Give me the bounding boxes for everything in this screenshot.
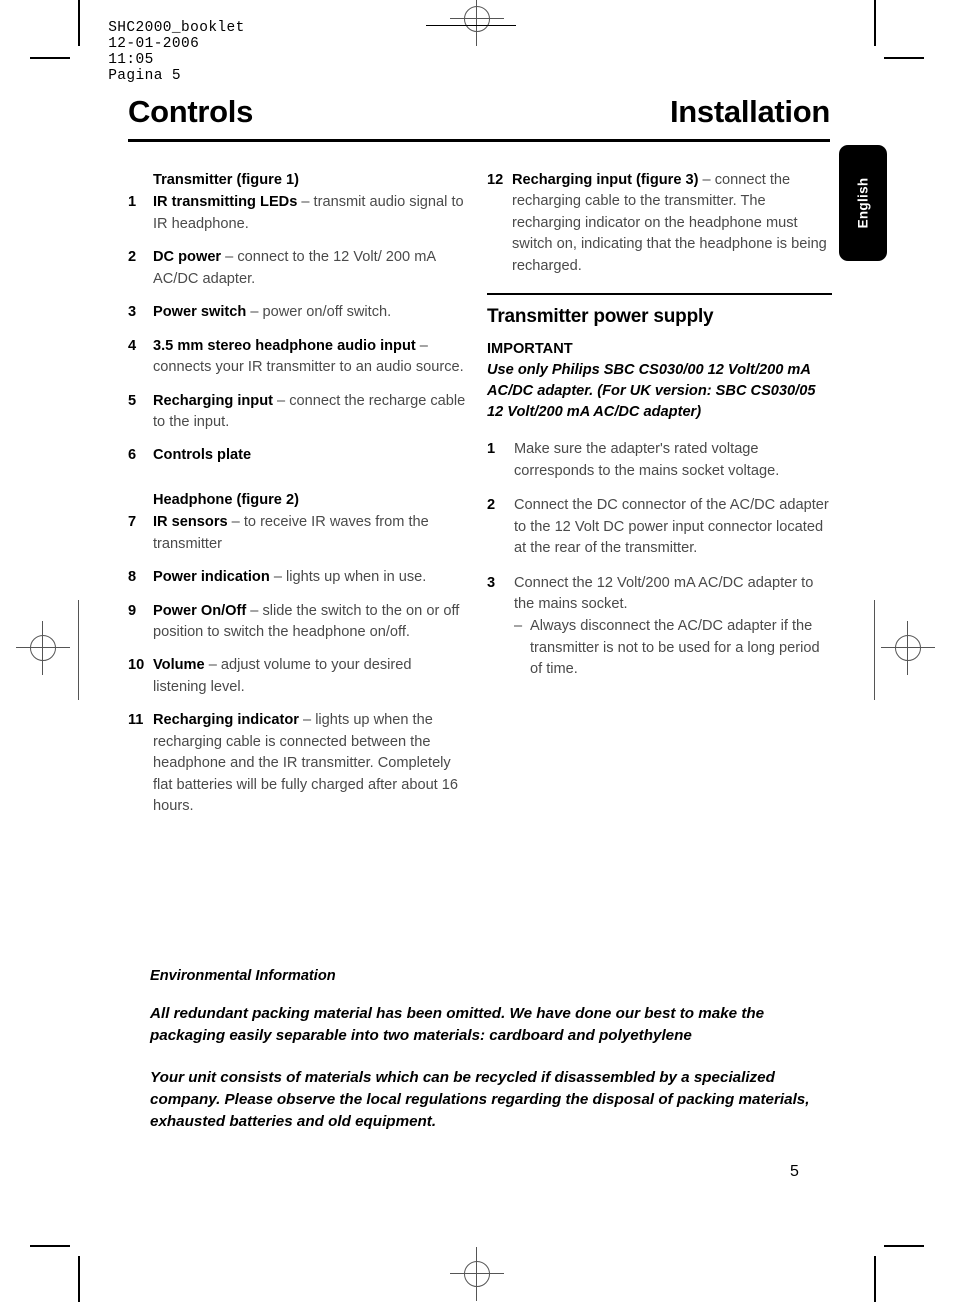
page-title-right: Installation bbox=[669, 94, 830, 129]
list-item: 8 Power indication – lights up when in u… bbox=[128, 567, 468, 588]
item-number: 11 bbox=[128, 712, 144, 729]
step-number: 3 bbox=[487, 574, 496, 591]
list-item: 4 3.5 mm stereo headphone audio input – … bbox=[128, 336, 468, 379]
step-text: Connect the 12 Volt/200 mA AC/DC adapter… bbox=[514, 574, 814, 613]
item-term: 3.5 mm stereo headphone audio input bbox=[153, 337, 416, 354]
step-number: 2 bbox=[487, 497, 496, 514]
document-page: Controls Installation English Transmitte… bbox=[0, 0, 954, 1303]
list-item: 12 Recharging input (figure 3) – connect… bbox=[487, 170, 832, 277]
environmental-paragraph-1: All redundant packing material has been … bbox=[150, 1005, 765, 1045]
transmitter-heading: Transmitter (figure 1) bbox=[153, 172, 299, 188]
item-number: 6 bbox=[128, 447, 137, 464]
list-item: 3 Power switch – power on/off switch. bbox=[128, 302, 468, 323]
item-term: Recharging indicator bbox=[153, 712, 299, 729]
item-term: Controls plate bbox=[153, 447, 252, 464]
step-text-group: Connect the 12 Volt/200 mA AC/DC adapter… bbox=[514, 573, 832, 681]
item-text: DC power – connect to the 12 Volt/ 200 m… bbox=[153, 247, 468, 290]
item-description: – power on/off switch. bbox=[246, 304, 392, 321]
important-title: IMPORTANT bbox=[487, 340, 573, 357]
step-item: 1 Make sure the adapter's rated voltage … bbox=[487, 439, 832, 482]
item-term: Power indication bbox=[153, 569, 270, 586]
step-item: 3 Connect the 12 Volt/200 mA AC/DC adapt… bbox=[487, 573, 832, 681]
item-text: IR sensors – to receive IR waves from th… bbox=[153, 512, 468, 555]
page-number: 5 bbox=[790, 1163, 799, 1180]
list-item: 5 Recharging input – connect the recharg… bbox=[128, 391, 468, 434]
section-title: Transmitter power supply bbox=[487, 305, 714, 327]
item-text: Volume – adjust volume to your desired l… bbox=[153, 655, 468, 698]
item-text: Controls plate bbox=[153, 445, 468, 466]
important-body: Use only Philips SBC CS030/00 12 Volt/20… bbox=[487, 361, 816, 421]
item-text: Power switch – power on/off switch. bbox=[153, 302, 468, 323]
item-number: 3 bbox=[128, 304, 137, 321]
item-number: 8 bbox=[128, 569, 137, 586]
item-number: 7 bbox=[128, 514, 137, 531]
left-column: Transmitter (figure 1) 1 IR transmitting… bbox=[128, 170, 468, 830]
list-item: 7 IR sensors – to receive IR waves from … bbox=[128, 512, 468, 555]
item-term: Volume bbox=[153, 657, 205, 674]
item-text: Power On/Off – slide the switch to the o… bbox=[153, 601, 468, 644]
item-term: Recharging input bbox=[153, 392, 273, 409]
title-divider bbox=[128, 139, 830, 142]
list-item: 10 Volume – adjust volume to your desire… bbox=[128, 655, 468, 698]
environmental-information: Environmental Information All redundant … bbox=[150, 968, 840, 1153]
environmental-paragraph-2: Your unit consists of materials which ca… bbox=[150, 1068, 810, 1131]
right-column: 12 Recharging input (figure 3) – connect… bbox=[487, 170, 832, 694]
item-number: 2 bbox=[128, 249, 137, 266]
list-item: 2 DC power – connect to the 12 Volt/ 200… bbox=[128, 247, 468, 290]
list-item: 6 Controls plate bbox=[128, 445, 468, 466]
language-tab: English bbox=[839, 145, 887, 261]
item-text: Recharging input – connect the recharge … bbox=[153, 391, 468, 434]
item-term: IR sensors bbox=[153, 514, 228, 531]
item-term: Power On/Off bbox=[153, 602, 247, 619]
item-term: Recharging input (figure 3) bbox=[512, 172, 699, 188]
item-description: – lights up when in use. bbox=[269, 569, 427, 586]
environmental-title: Environmental Information bbox=[150, 968, 336, 984]
item-term: IR transmitting LEDs bbox=[153, 194, 298, 211]
item-term: Power switch bbox=[153, 304, 247, 321]
page-title-left: Controls bbox=[128, 94, 254, 129]
item-text: IR transmitting LEDs – transmit audio si… bbox=[153, 192, 468, 235]
important-notice: IMPORTANT Use only Philips SBC CS030/00 … bbox=[487, 339, 832, 424]
sub-step-text: Always disconnect the AC/DC adapter if t… bbox=[530, 618, 820, 678]
item-number: 10 bbox=[128, 657, 145, 674]
item-number: 4 bbox=[128, 337, 137, 354]
page-titles: Controls Installation bbox=[128, 96, 830, 127]
sub-step-item: – Always disconnect the AC/DC adapter if… bbox=[514, 616, 832, 680]
item-number: 9 bbox=[128, 602, 137, 619]
list-item: 1 IR transmitting LEDs – transmit audio … bbox=[128, 192, 468, 235]
item-number: 5 bbox=[128, 392, 137, 409]
language-tab-label: English bbox=[855, 177, 871, 229]
step-text: Connect the DC connector of the AC/DC ad… bbox=[514, 497, 829, 557]
item-text: Recharging input (figure 3) – connect th… bbox=[512, 170, 832, 277]
item-number: 1 bbox=[128, 194, 137, 211]
list-item: 11 Recharging indicator – lights up when… bbox=[128, 710, 468, 817]
step-number: 1 bbox=[487, 441, 496, 458]
item-text: Recharging indicator – lights up when th… bbox=[153, 710, 468, 817]
step-text: Make sure the adapter's rated voltage co… bbox=[514, 441, 780, 479]
list-item: 9 Power On/Off – slide the switch to the… bbox=[128, 601, 468, 644]
sub-step-dash: – bbox=[514, 618, 523, 635]
item-text: 3.5 mm stereo headphone audio input – co… bbox=[153, 336, 468, 379]
section-divider bbox=[487, 293, 832, 295]
item-text: Power indication – lights up when in use… bbox=[153, 567, 468, 588]
headphone-heading: Headphone (figure 2) bbox=[153, 491, 299, 508]
item-number: 12 bbox=[487, 172, 504, 188]
step-item: 2 Connect the DC connector of the AC/DC … bbox=[487, 495, 832, 559]
item-term: DC power bbox=[153, 249, 222, 266]
